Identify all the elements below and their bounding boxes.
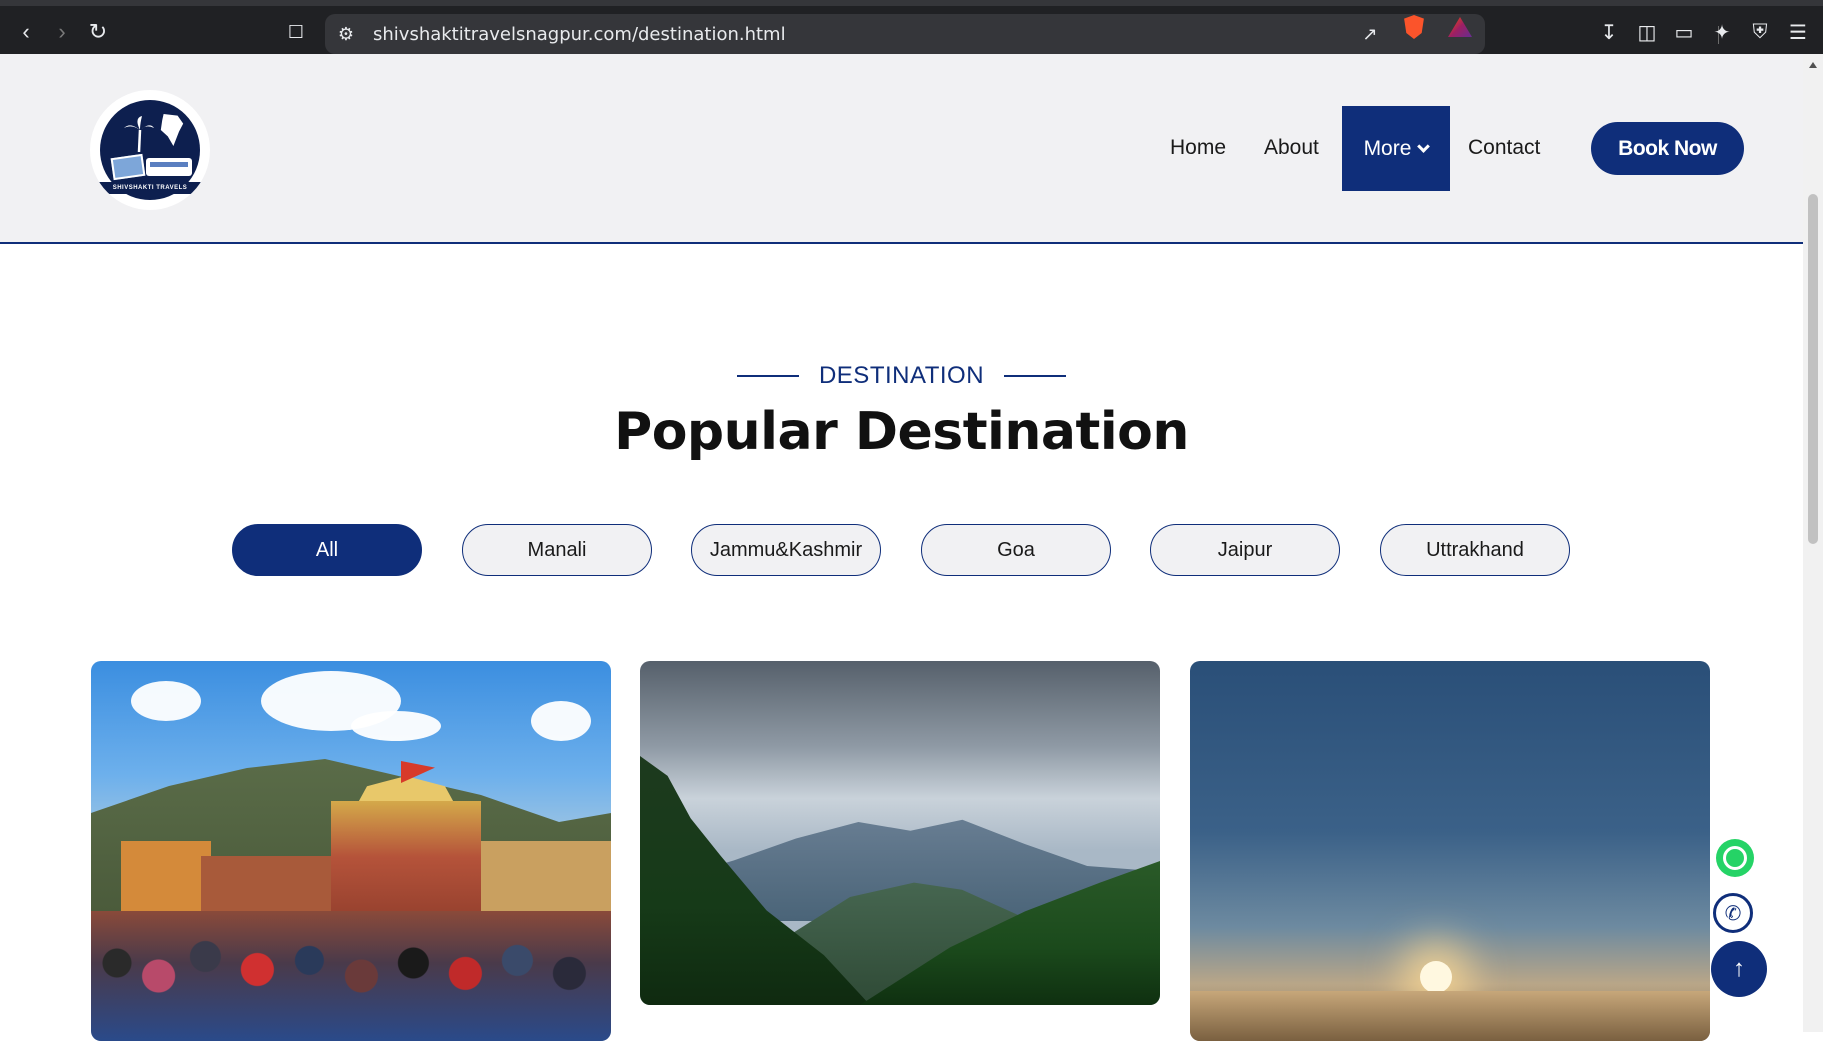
destination-card-temple[interactable] (91, 661, 611, 1041)
kicker-line-right (1004, 375, 1067, 377)
kicker-line-left (736, 375, 799, 377)
url-text[interactable]: shivshaktitravelsnagpur.com/destination.… (373, 24, 786, 45)
crowd (91, 911, 611, 1041)
filter-jammu-kashmir[interactable]: Jammu&Kashmir (691, 524, 881, 576)
reload-icon[interactable]: ↻ (82, 16, 114, 48)
arrow-up-icon[interactable]: ↑ (1711, 941, 1767, 997)
chevron-down-icon (1417, 139, 1431, 153)
address-bar[interactable]: ⚙ shivshaktitravelsnagpur.com/destinatio… (325, 14, 1719, 54)
cloud (131, 681, 201, 721)
site-logo[interactable]: SHIVSHAKTI TRAVELS (90, 90, 210, 210)
whatsapp-icon[interactable] (1716, 839, 1754, 877)
share-icon[interactable]: ↗ (1359, 23, 1381, 45)
forward-icon[interactable]: › (46, 16, 78, 48)
filter-all[interactable]: All (232, 524, 422, 576)
menu-icon[interactable]: ☰ (1786, 20, 1810, 44)
download-icon[interactable]: ↧ (1597, 20, 1621, 44)
nav-home[interactable]: Home (1170, 105, 1226, 191)
site-header: SHIVSHAKTI TRAVELS Home About More Conta… (0, 54, 1803, 244)
cloud-sea (1190, 991, 1710, 1041)
filter-manali[interactable]: Manali (462, 524, 652, 576)
book-now-button[interactable]: Book Now (1591, 122, 1744, 175)
bookmark-icon[interactable]: ☐ (280, 16, 312, 48)
nav-more-dropdown[interactable]: More (1342, 106, 1450, 191)
wallet-icon[interactable]: ▭ (1672, 20, 1696, 44)
cloud (351, 711, 441, 741)
filter-uttrakhand[interactable]: Uttrakhand (1380, 524, 1570, 576)
sun (1420, 961, 1452, 993)
section-kicker: DESTINATION (0, 362, 1803, 390)
logo-text: SHIVSHAKTI TRAVELS (94, 182, 206, 194)
page-scrollbar[interactable] (1803, 54, 1823, 1032)
nav-more-label: More (1363, 136, 1412, 160)
cloud (531, 701, 591, 741)
site-settings-icon[interactable]: ⚙ (335, 23, 357, 45)
destination-card-mountains[interactable] (640, 661, 1160, 1005)
browser-toolbar: ‹ › ↻ ☐ ⚙ shivshaktitravelsnagpur.com/de… (0, 0, 1823, 54)
vpn-icon[interactable]: ⛨ (1748, 20, 1772, 44)
nav-about[interactable]: About (1264, 105, 1319, 191)
section-title: Popular Destination (614, 402, 1189, 462)
palm-tree-icon (124, 116, 154, 152)
nav-contact[interactable]: Contact (1468, 105, 1540, 191)
bus-icon (146, 158, 192, 176)
sidebar-icon[interactable]: ◫ (1635, 20, 1659, 44)
photo-collage-icon (110, 153, 146, 181)
back-icon[interactable]: ‹ (10, 16, 42, 48)
scroll-thumb[interactable] (1808, 194, 1818, 544)
leo-icon[interactable]: ✦ (1710, 20, 1734, 44)
filter-jaipur[interactable]: Jaipur (1150, 524, 1340, 576)
destination-card-sunrise[interactable] (1190, 661, 1710, 1041)
india-map-icon (160, 114, 184, 146)
filter-goa[interactable]: Goa (921, 524, 1111, 576)
kicker-text: DESTINATION (818, 362, 985, 389)
scroll-up-icon[interactable] (1809, 62, 1817, 68)
phone-icon[interactable]: ✆ (1713, 893, 1753, 933)
